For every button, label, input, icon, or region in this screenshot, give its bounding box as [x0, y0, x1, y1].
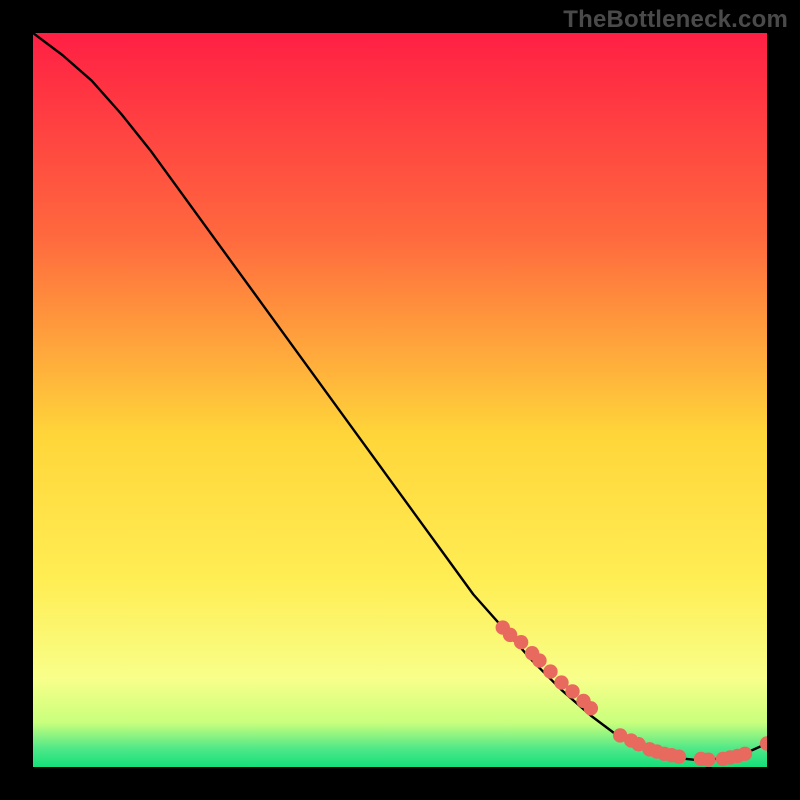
- data-marker: [584, 701, 598, 715]
- data-marker: [672, 750, 686, 764]
- data-marker: [514, 635, 528, 649]
- data-marker: [738, 747, 752, 761]
- data-marker: [543, 664, 557, 678]
- chart-svg: [33, 33, 767, 767]
- plot-area: [33, 33, 767, 767]
- watermark-text: TheBottleneck.com: [563, 6, 788, 34]
- data-marker: [565, 684, 579, 698]
- chart-stage: TheBottleneck.com: [0, 0, 800, 800]
- data-marker: [701, 752, 715, 766]
- data-marker: [532, 653, 546, 667]
